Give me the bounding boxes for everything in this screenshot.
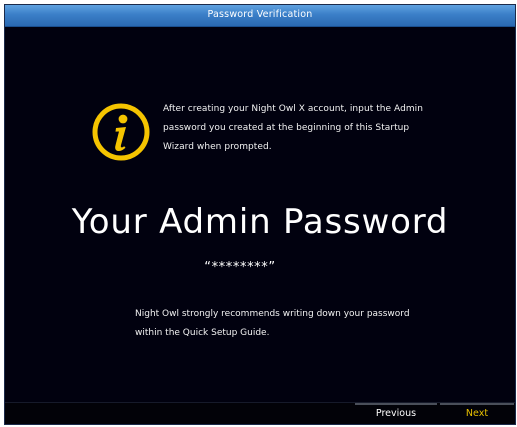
footer-bar: Previous Next <box>5 402 515 424</box>
headline: Your Admin Password <box>71 202 449 242</box>
note-line: within the Quick Setup Guide. <box>135 328 270 338</box>
password-mask-display: “********” <box>204 260 276 275</box>
title-bar: Password Verification <box>5 5 515 27</box>
info-message: After creating your Night Owl X account,… <box>163 100 463 157</box>
recommendation-note: Night Owl strongly recommends writing do… <box>135 305 435 343</box>
info-message-line: Wizard when prompted. <box>163 142 272 152</box>
password-verification-window: Password Verification After creating you… <box>4 4 516 425</box>
note-line: Night Owl strongly recommends writing do… <box>135 309 410 319</box>
next-button[interactable]: Next <box>440 403 514 424</box>
previous-button[interactable]: Previous <box>355 403 437 424</box>
info-message-line: After creating your Night Owl X account,… <box>163 104 423 114</box>
info-icon <box>92 103 150 161</box>
info-message-line: password you created at the beginning of… <box>163 123 410 133</box>
window-title: Password Verification <box>207 9 313 20</box>
